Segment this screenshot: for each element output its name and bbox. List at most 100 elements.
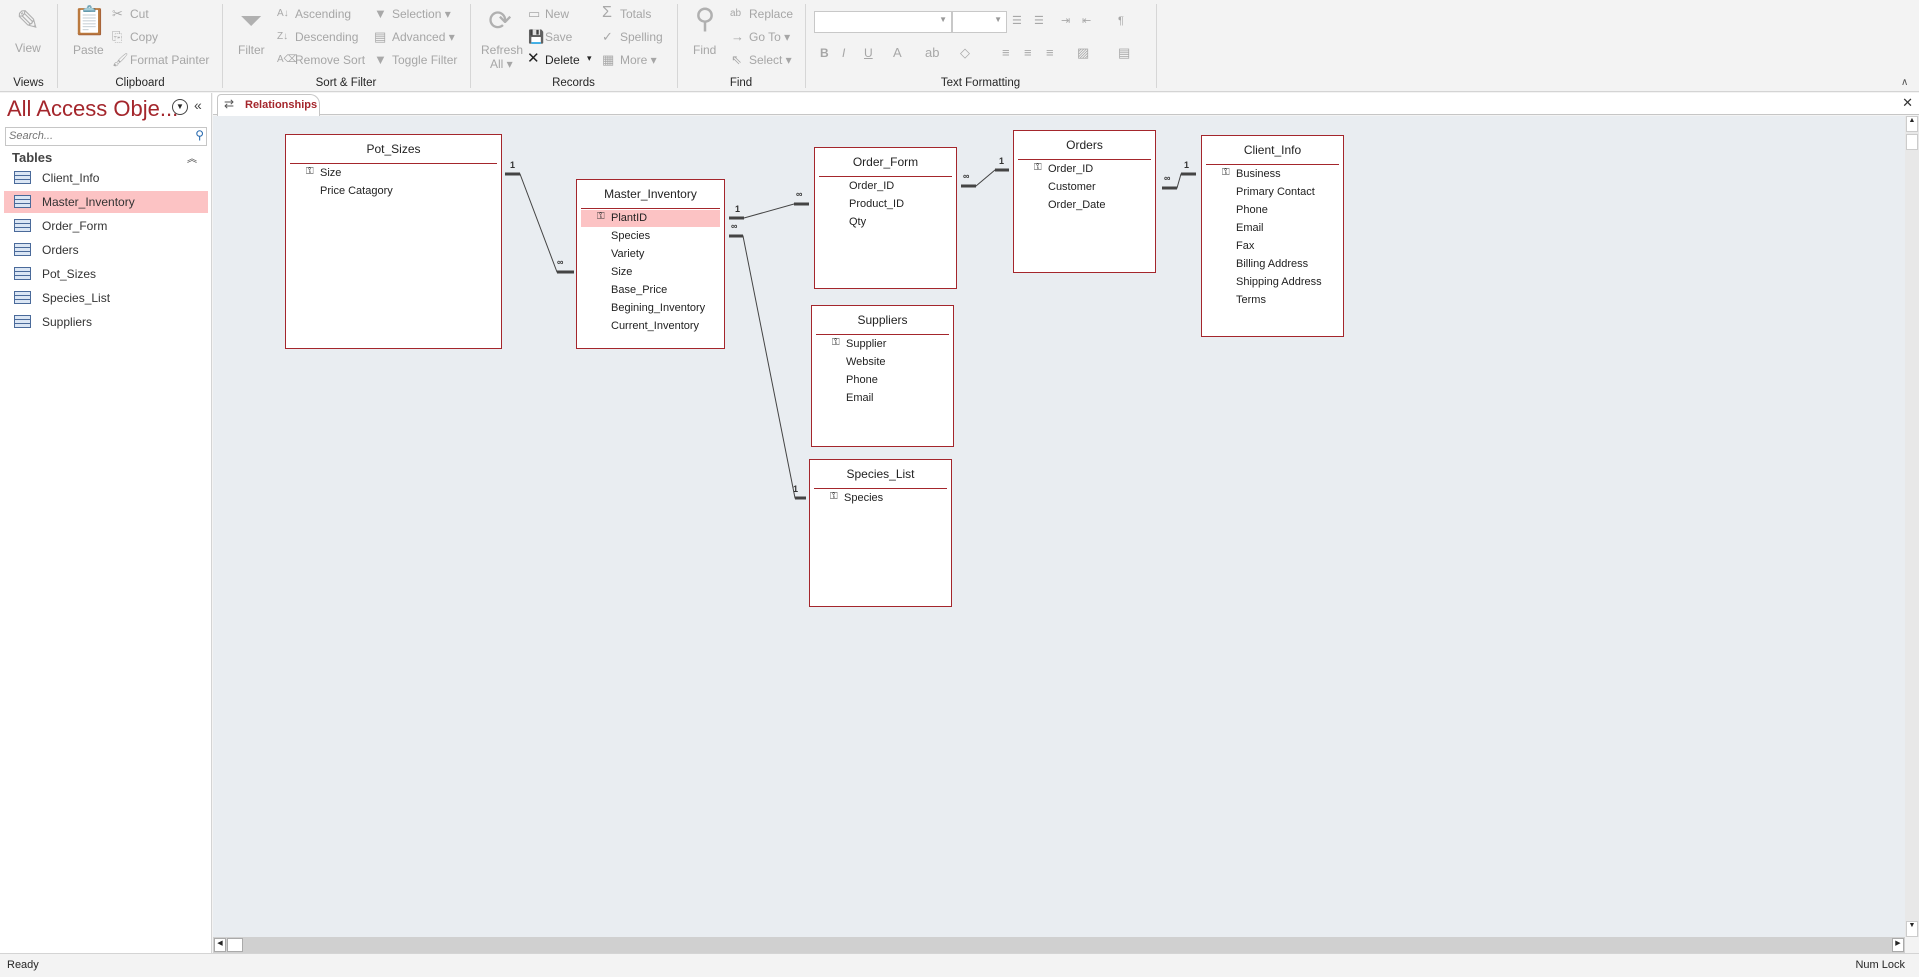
- field-row[interactable]: Email: [1206, 220, 1339, 237]
- vertical-scrollbar[interactable]: ▲ ▼: [1905, 116, 1919, 937]
- descending-button[interactable]: Descending: [295, 30, 358, 44]
- field-row[interactable]: Price Catagory: [290, 183, 497, 200]
- table-title[interactable]: Client_Info: [1202, 143, 1343, 157]
- highlight-icon[interactable]: ab: [925, 46, 939, 60]
- collapse-ribbon-icon[interactable]: ∧: [1901, 76, 1908, 90]
- fill-color-icon[interactable]: ◇: [960, 46, 970, 60]
- field-row[interactable]: Order_Date: [1018, 197, 1151, 214]
- search-box[interactable]: ⚲: [5, 127, 207, 146]
- gridlines-icon[interactable]: ▨: [1077, 46, 1089, 60]
- field-row[interactable]: Terms: [1206, 292, 1339, 309]
- field-row[interactable]: ⚿ PlantID: [581, 210, 720, 227]
- nav-section-tables[interactable]: Tables: [12, 150, 52, 165]
- scroll-up-icon[interactable]: ▲: [1906, 116, 1918, 132]
- table-orders[interactable]: Orders ⚿ Order_ID Customer Order_Date: [1013, 130, 1156, 273]
- table-master-inventory[interactable]: Master_Inventory ⚿ PlantID Species Variety Si…: [576, 179, 725, 349]
- table-title[interactable]: Suppliers: [812, 313, 953, 327]
- alternate-row-color-icon[interactable]: ▤: [1118, 46, 1130, 60]
- field-row[interactable]: ⚿ Business: [1206, 166, 1339, 183]
- filter-icon[interactable]: ⏷: [236, 6, 266, 36]
- nav-item-master-inventory[interactable]: Master_Inventory: [4, 191, 208, 213]
- replace-button[interactable]: Replace: [749, 7, 793, 21]
- toggle-filter-button[interactable]: Toggle Filter: [392, 53, 457, 67]
- horizontal-scrollbar[interactable]: ◀ ▶: [213, 937, 1905, 953]
- field-row[interactable]: Product_ID: [819, 196, 952, 213]
- field-row[interactable]: Shipping Address: [1206, 274, 1339, 291]
- format-painter-button[interactable]: Format Painter: [130, 53, 209, 67]
- delete-dropdown[interactable]: ▾: [587, 53, 592, 64]
- font-color-icon[interactable]: A: [893, 46, 902, 60]
- nav-item-order-form[interactable]: Order_Form: [4, 215, 208, 237]
- paragraph-direction-icon[interactable]: ¶: [1118, 14, 1124, 28]
- find-button[interactable]: Find: [693, 43, 716, 57]
- field-row[interactable]: Begining_Inventory: [581, 300, 720, 317]
- outdent-icon[interactable]: ⇤: [1082, 14, 1091, 28]
- table-species-list[interactable]: Species_List ⚿ Species: [809, 459, 952, 607]
- delete-button[interactable]: Delete: [545, 53, 580, 67]
- go-to-button[interactable]: Go To ▾: [749, 30, 790, 44]
- field-row[interactable]: ⚿ Size: [290, 165, 497, 182]
- table-order-form[interactable]: Order_Form Order_ID Product_ID Qty: [814, 147, 957, 289]
- paste-icon[interactable]: 📋: [72, 6, 107, 36]
- field-row[interactable]: Base_Price: [581, 282, 720, 299]
- select-button[interactable]: Select ▾: [749, 53, 792, 67]
- nav-pane-title[interactable]: All Access Obje...: [7, 96, 178, 122]
- tab-relationships[interactable]: ⇄ Relationships: [217, 94, 320, 116]
- scroll-right-icon[interactable]: ▶: [1892, 938, 1904, 952]
- nav-item-orders[interactable]: Orders: [4, 239, 208, 261]
- remove-sort-button[interactable]: Remove Sort: [295, 53, 365, 67]
- align-right-icon[interactable]: ≡: [1046, 46, 1054, 60]
- field-row[interactable]: Customer: [1018, 179, 1151, 196]
- indent-icon[interactable]: ⇥: [1061, 14, 1070, 28]
- collapse-section-icon[interactable]: ︽: [187, 150, 197, 165]
- table-title[interactable]: Orders: [1014, 138, 1155, 152]
- field-row[interactable]: Variety: [581, 246, 720, 263]
- field-row[interactable]: Billing Address: [1206, 256, 1339, 273]
- view-button[interactable]: View: [15, 41, 41, 55]
- nav-menu-dropdown-icon[interactable]: ▼: [172, 99, 188, 115]
- spelling-button[interactable]: Spelling: [620, 30, 663, 44]
- field-row[interactable]: Species: [581, 228, 720, 245]
- nav-item-species-list[interactable]: Species_List: [4, 287, 208, 309]
- field-row[interactable]: ⚿ Order_ID: [1018, 161, 1151, 178]
- font-size-combo[interactable]: ▼: [952, 11, 1007, 33]
- table-client-info[interactable]: Client_Info ⚿ Business Primary Contact Phone…: [1201, 135, 1344, 337]
- nav-item-suppliers[interactable]: Suppliers: [4, 311, 208, 333]
- shutter-bar-close-icon[interactable]: «: [194, 97, 202, 113]
- font-name-combo[interactable]: ▼: [814, 11, 952, 33]
- numbering-icon[interactable]: ☰: [1034, 14, 1044, 28]
- field-row[interactable]: Current_Inventory: [581, 318, 720, 335]
- selection-button[interactable]: Selection ▾: [392, 7, 451, 21]
- field-row[interactable]: ⚿ Supplier: [816, 336, 949, 353]
- paste-button[interactable]: Paste: [73, 43, 104, 57]
- advanced-button[interactable]: Advanced ▾: [392, 30, 455, 44]
- field-row[interactable]: Order_ID: [819, 178, 952, 195]
- cut-button[interactable]: Cut: [130, 7, 149, 21]
- bold-button[interactable]: B: [820, 46, 829, 60]
- refresh-icon[interactable]: ⟳: [485, 6, 515, 36]
- find-icon[interactable]: ⚲: [690, 4, 720, 34]
- italic-button[interactable]: I: [842, 46, 845, 60]
- save-button[interactable]: Save: [545, 30, 572, 44]
- more-button[interactable]: More ▾: [620, 53, 657, 67]
- scroll-left-icon[interactable]: ◀: [214, 938, 226, 952]
- relationships-canvas[interactable]: 1 ∞ 1 ∞ ∞ 1 ∞ 1 ∞ 1 Pot_Sizes ⚿ Size Price …: [213, 116, 1905, 937]
- filter-button[interactable]: Filter: [238, 43, 265, 57]
- field-row[interactable]: Primary Contact: [1206, 184, 1339, 201]
- view-icon[interactable]: ✎: [12, 6, 44, 36]
- field-row[interactable]: Qty: [819, 214, 952, 231]
- field-row[interactable]: Email: [816, 390, 949, 407]
- nav-item-pot-sizes[interactable]: Pot_Sizes: [4, 263, 208, 285]
- nav-item-client-info[interactable]: Client_Info: [4, 167, 208, 189]
- ascending-button[interactable]: Ascending: [295, 7, 351, 21]
- field-row[interactable]: Phone: [1206, 202, 1339, 219]
- refresh-all-dropdown[interactable]: All ▾: [490, 57, 513, 71]
- field-row[interactable]: Size: [581, 264, 720, 281]
- new-record-button[interactable]: New: [545, 7, 569, 21]
- table-title[interactable]: Master_Inventory: [577, 187, 724, 201]
- align-left-icon[interactable]: ≡: [1002, 46, 1010, 60]
- copy-button[interactable]: Copy: [130, 30, 158, 44]
- search-input[interactable]: [6, 128, 184, 144]
- field-row[interactable]: Phone: [816, 372, 949, 389]
- search-icon[interactable]: ⚲: [195, 128, 204, 142]
